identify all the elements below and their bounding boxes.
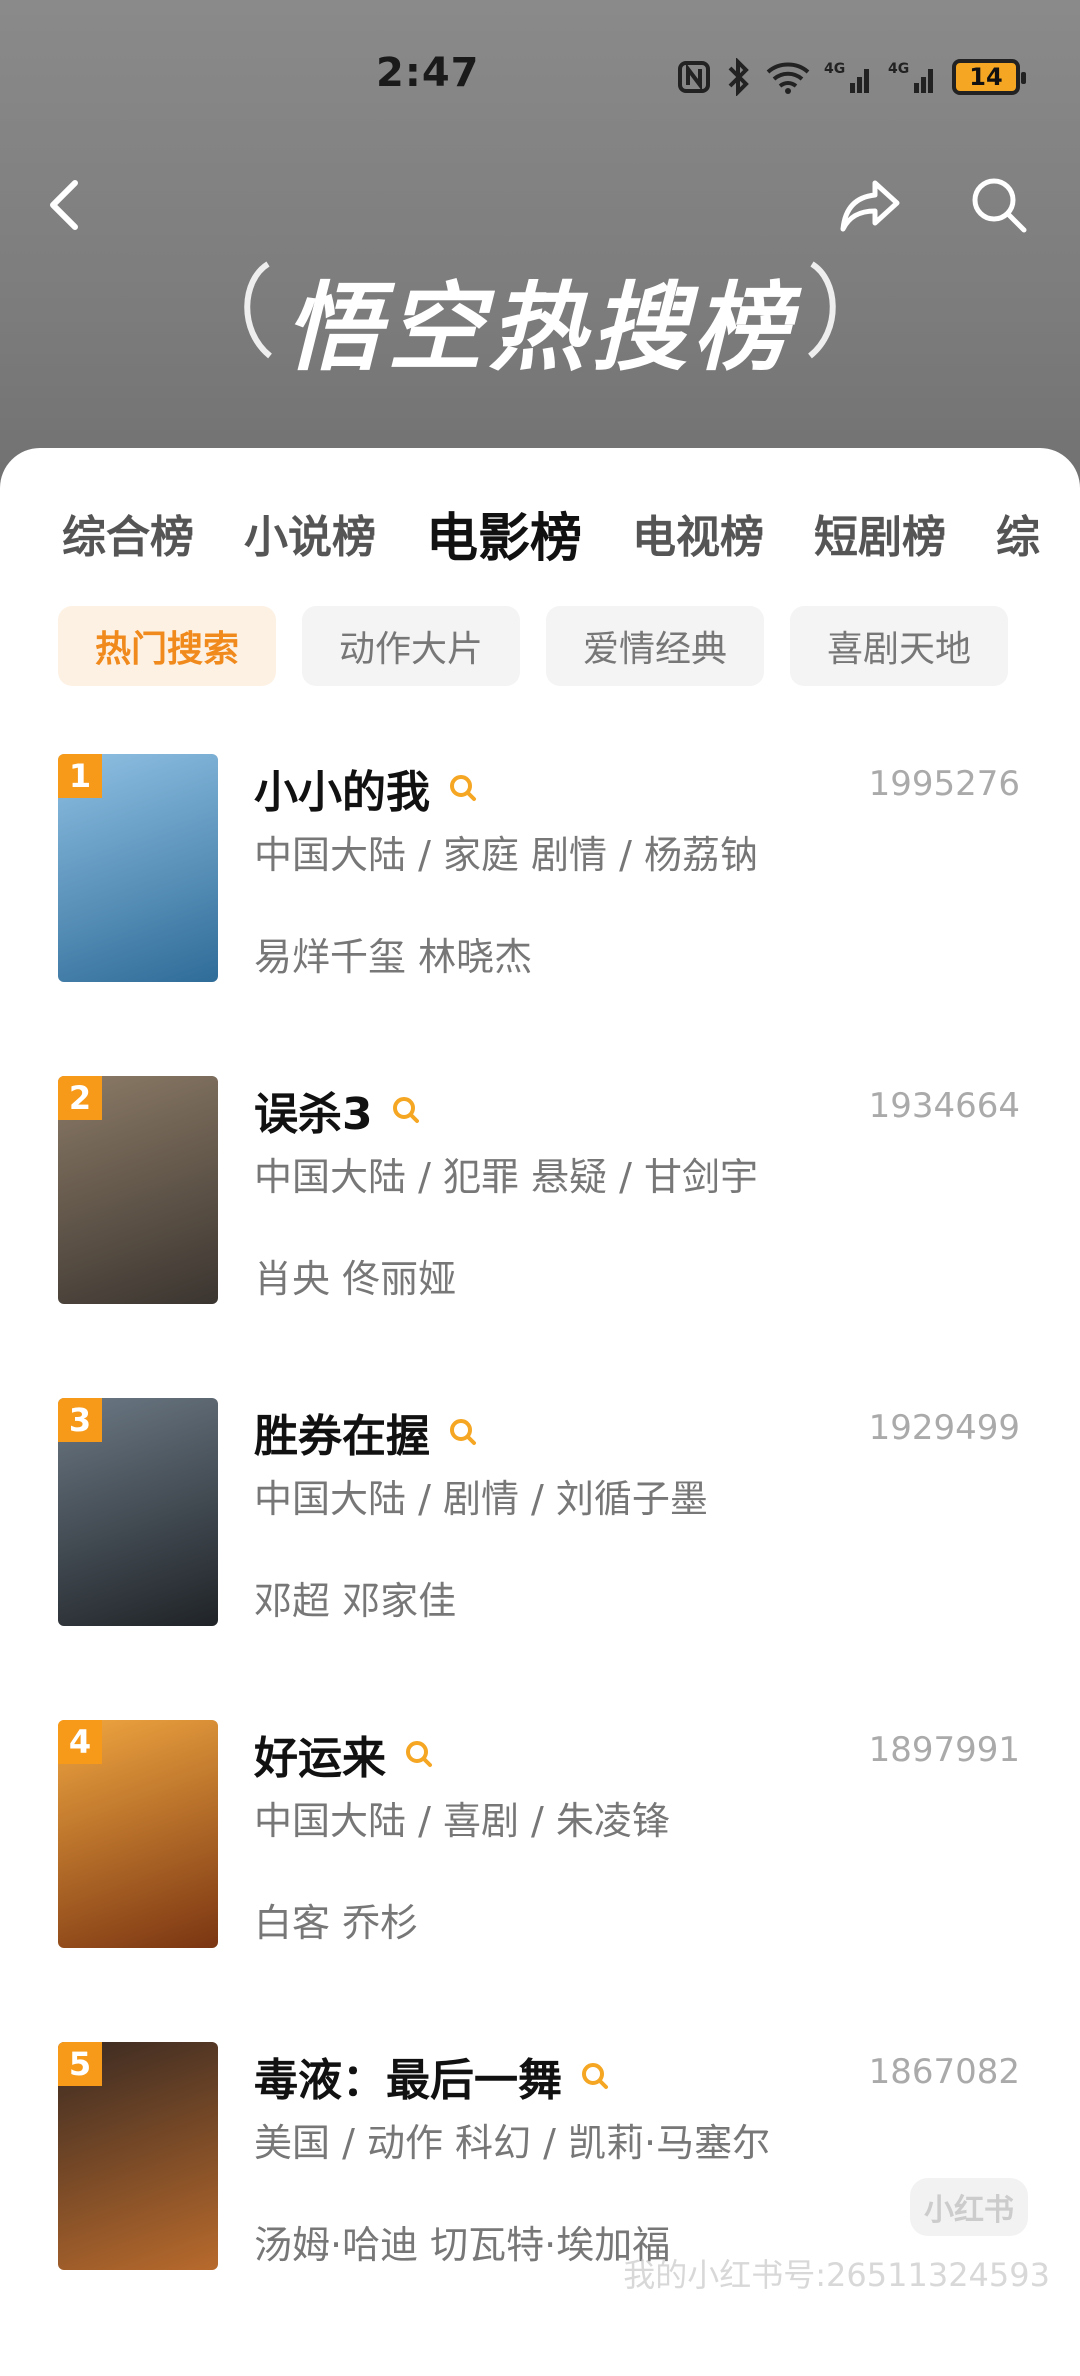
bluetooth-icon bbox=[728, 58, 749, 96]
tab-tv[interactable]: 电视榜 bbox=[632, 501, 764, 565]
movie-title-text: 毒液：最后一舞 bbox=[254, 2055, 562, 2106]
category-tabs: 综合榜 小说榜 电影榜 电视榜 短剧榜 综 bbox=[0, 498, 1080, 569]
list-item[interactable]: 4 好运来 1897991 中国大陆 / 喜剧 / 朱凌锋 白客 乔杉 bbox=[0, 1720, 1080, 2042]
search-count: 1934664 bbox=[868, 1086, 1020, 1126]
rank-badge: 3 bbox=[58, 1398, 102, 1442]
movie-poster[interactable]: 5 bbox=[58, 2042, 218, 2270]
movie-cast: 白客 乔杉 bbox=[254, 1901, 419, 1945]
movie-title[interactable]: 小小的我 bbox=[254, 756, 478, 820]
movie-title[interactable]: 胜券在握 bbox=[254, 1400, 478, 1464]
filter-chips: 热门搜索 动作大片 爱情经典 喜剧天地 bbox=[58, 606, 1008, 686]
movie-cast: 邓超 邓家佳 bbox=[254, 1579, 457, 1623]
tab-short-drama[interactable]: 短剧榜 bbox=[814, 501, 946, 565]
movie-list: 1 小小的我 1995276 中国大陆 / 家庭 剧情 / 杨荔钠 易烊千玺 林… bbox=[0, 754, 1080, 2364]
svg-text:4G: 4G bbox=[824, 61, 845, 77]
movie-title-text: 误杀3 bbox=[254, 1089, 373, 1140]
status-icons: 4G 4G 14 bbox=[676, 58, 1026, 96]
search-icon bbox=[406, 1741, 432, 1767]
search-icon bbox=[582, 2063, 608, 2089]
nfc-icon bbox=[678, 61, 710, 93]
tab-variety[interactable]: 综 bbox=[996, 501, 1040, 565]
chip-romance[interactable]: 爱情经典 bbox=[546, 606, 764, 686]
movie-meta: 美国 / 动作 科幻 / 凯莉·马塞尔 bbox=[254, 2121, 771, 2165]
movie-title-text: 胜券在握 bbox=[254, 1411, 430, 1462]
screen: 2:47 4G 4G 14 悟空热搜榜 综合榜 小说榜 电影榜 电视榜 短剧榜 … bbox=[0, 0, 1080, 2376]
search-count: 1867082 bbox=[868, 2052, 1020, 2092]
battery-indicator: 14 bbox=[952, 59, 1026, 95]
watermark-logo: 小红书 bbox=[910, 2178, 1028, 2236]
movie-title-text: 好运来 bbox=[254, 1733, 386, 1784]
laurel-right-icon bbox=[808, 261, 836, 359]
search-icon bbox=[450, 775, 476, 801]
search-count: 1929499 bbox=[868, 1408, 1020, 1448]
search-icon bbox=[972, 178, 1027, 233]
signal-4g-icon: 4G bbox=[824, 61, 869, 93]
content-sheet: 综合榜 小说榜 电影榜 电视榜 短剧榜 综 热门搜索 动作大片 爱情经典 喜剧天… bbox=[0, 448, 1080, 2376]
rank-badge: 1 bbox=[58, 754, 102, 798]
movie-title[interactable]: 毒液：最后一舞 bbox=[254, 2044, 610, 2108]
share-icon bbox=[840, 180, 900, 232]
status-bar: 2:47 4G 4G 14 bbox=[0, 48, 1080, 108]
movie-cast: 汤姆·哈迪 切瓦特·埃加福 bbox=[254, 2223, 671, 2267]
movie-poster[interactable]: 4 bbox=[58, 1720, 218, 1948]
movie-cast: 肖央 佟丽娅 bbox=[254, 1257, 457, 1301]
tab-movie[interactable]: 电影榜 bbox=[426, 498, 582, 569]
rank-badge: 4 bbox=[58, 1720, 102, 1764]
search-count: 1897991 bbox=[868, 1730, 1020, 1770]
chevron-left-icon bbox=[50, 180, 78, 230]
movie-title[interactable]: 好运来 bbox=[254, 1722, 434, 1786]
movie-title-text: 小小的我 bbox=[254, 767, 430, 818]
rank-badge: 5 bbox=[58, 2042, 102, 2086]
list-item[interactable]: 1 小小的我 1995276 中国大陆 / 家庭 剧情 / 杨荔钠 易烊千玺 林… bbox=[0, 754, 1080, 1076]
search-icon bbox=[450, 1419, 476, 1445]
movie-poster[interactable]: 2 bbox=[58, 1076, 218, 1304]
search-count: 1995276 bbox=[868, 764, 1020, 804]
signal-4g-icon-2: 4G bbox=[888, 61, 933, 93]
movie-poster[interactable]: 1 bbox=[58, 754, 218, 982]
svg-text:4G: 4G bbox=[888, 61, 909, 77]
back-button[interactable] bbox=[30, 170, 100, 240]
wifi-icon bbox=[766, 62, 810, 94]
chip-action[interactable]: 动作大片 bbox=[302, 606, 520, 686]
movie-cast: 易烊千玺 林晓杰 bbox=[254, 935, 533, 979]
header-banner: 2:47 4G 4G 14 悟空热搜榜 bbox=[0, 0, 1080, 520]
movie-poster[interactable]: 3 bbox=[58, 1398, 218, 1626]
chip-hot-search[interactable]: 热门搜索 bbox=[58, 606, 276, 686]
movie-meta: 中国大陆 / 家庭 剧情 / 杨荔钠 bbox=[254, 833, 759, 877]
search-icon bbox=[392, 1097, 419, 1123]
rank-badge: 2 bbox=[58, 1076, 102, 1120]
movie-meta: 中国大陆 / 剧情 / 刘循子墨 bbox=[254, 1477, 708, 1521]
movie-meta: 中国大陆 / 犯罪 悬疑 / 甘剑宇 bbox=[254, 1155, 759, 1199]
search-button[interactable] bbox=[964, 170, 1034, 240]
movie-title[interactable]: 误杀3 bbox=[254, 1078, 421, 1142]
watermark-text: 我的小红书号:26511324593 bbox=[623, 2256, 1050, 2294]
share-button[interactable] bbox=[836, 170, 906, 240]
list-item[interactable]: 3 胜券在握 1929499 中国大陆 / 剧情 / 刘循子墨 邓超 邓家佳 bbox=[0, 1398, 1080, 1720]
movie-meta: 中国大陆 / 喜剧 / 朱凌锋 bbox=[254, 1799, 670, 1843]
chip-comedy[interactable]: 喜剧天地 bbox=[790, 606, 1008, 686]
tab-comprehensive[interactable]: 综合榜 bbox=[62, 501, 194, 565]
tab-novel[interactable]: 小说榜 bbox=[244, 501, 376, 565]
list-item[interactable]: 2 误杀3 1934664 中国大陆 / 犯罪 悬疑 / 甘剑宇 肖央 佟丽娅 bbox=[0, 1076, 1080, 1398]
status-time: 2:47 bbox=[376, 50, 480, 96]
page-title: 悟空热搜榜 bbox=[285, 272, 795, 384]
